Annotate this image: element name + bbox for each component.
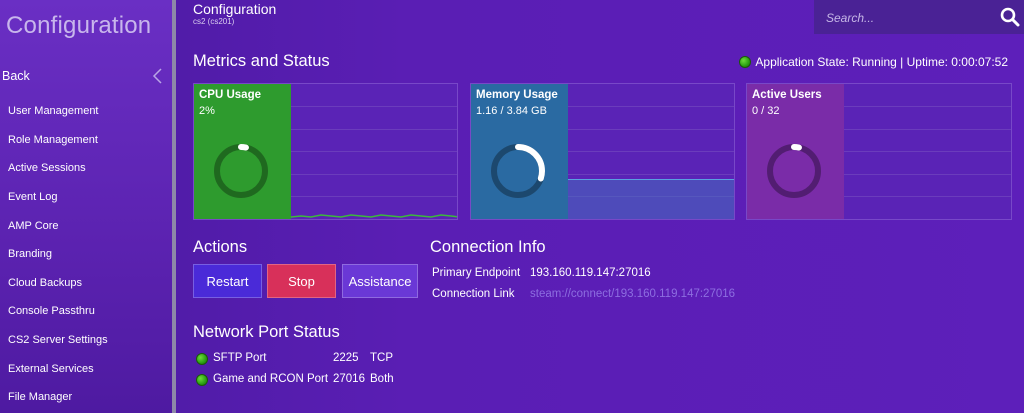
cpu-usage-graph	[291, 84, 457, 219]
active-users-card: Active Users 0 / 32	[746, 83, 1012, 220]
search-icon[interactable]	[1000, 7, 1020, 27]
assistance-button[interactable]: Assistance	[342, 264, 418, 298]
sidebar-item-console-passthru[interactable]: Console Passthru	[0, 297, 172, 326]
sidebar-item-file-manager[interactable]: File Manager	[0, 383, 172, 412]
sidebar: Configuration Back User Management Role …	[0, 0, 172, 413]
search-box	[814, 0, 1024, 36]
port-row: Game and RCON Port 27016 Both	[196, 373, 416, 389]
active-users-value: 0 / 32	[752, 105, 780, 117]
page-title: Configuration	[193, 1, 277, 17]
sidebar-scrollbar[interactable]	[172, 0, 176, 413]
port-row: SFTP Port 2225 TCP	[196, 352, 416, 368]
sidebar-item-external-services[interactable]: External Services	[0, 354, 172, 383]
chevron-left-icon	[152, 68, 162, 84]
gauge-track	[767, 144, 821, 198]
primary-endpoint-label: Primary Endpoint	[432, 267, 521, 279]
cpu-usage-tile: CPU Usage 2%	[194, 84, 291, 219]
search-input[interactable]	[814, 0, 998, 36]
metrics-title: Metrics and Status	[193, 52, 330, 70]
network-port-status-title: Network Port Status	[193, 323, 340, 341]
memory-gauge	[491, 144, 545, 198]
sidebar-item-cloud-backups[interactable]: Cloud Backups	[0, 269, 172, 298]
users-gauge	[767, 144, 821, 198]
memory-usage-card: Memory Usage 1.16 / 3.84 GB	[470, 83, 735, 220]
port-protocol: Both	[370, 373, 394, 385]
back-label: Back	[2, 69, 30, 83]
active-users-graph	[844, 84, 1011, 219]
active-users-tile: Active Users 0 / 32	[747, 84, 844, 219]
memory-usage-area	[568, 179, 734, 219]
sidebar-item-role-management[interactable]: Role Management	[0, 126, 172, 155]
app-state: Application State: Running | Uptime: 0:0…	[739, 55, 1008, 69]
sidebar-item-cs2-server-settings[interactable]: CS2 Server Settings	[0, 326, 172, 355]
page-subtitle: cs2 (cs201)	[193, 17, 235, 26]
app-state-text: Application State: Running | Uptime: 0:0…	[755, 55, 1008, 69]
memory-usage-label: Memory Usage	[476, 89, 558, 101]
port-name: SFTP Port	[213, 352, 267, 364]
status-dot-icon	[196, 353, 208, 365]
sidebar-item-branding[interactable]: Branding	[0, 240, 172, 269]
status-dot-icon	[739, 56, 752, 68]
actions-title: Actions	[193, 238, 248, 256]
port-name: Game and RCON Port	[213, 373, 329, 385]
stop-button[interactable]: Stop	[267, 264, 336, 298]
port-protocol: TCP	[370, 352, 393, 364]
app-title: Configuration	[6, 12, 152, 39]
cpu-usage-value: 2%	[199, 105, 215, 117]
memory-usage-graph	[568, 84, 734, 219]
cpu-usage-label: CPU Usage	[199, 89, 261, 101]
status-dot-icon	[196, 374, 208, 386]
port-number: 2225	[333, 352, 359, 364]
restart-button[interactable]: Restart	[193, 264, 262, 298]
back-button[interactable]: Back	[0, 62, 172, 90]
memory-usage-tile: Memory Usage 1.16 / 3.84 GB	[471, 84, 568, 219]
cpu-usage-card: CPU Usage 2%	[193, 83, 458, 220]
nav-list: User Management Role Management Active S…	[0, 97, 172, 412]
connection-link-label: Connection Link	[432, 288, 515, 300]
memory-usage-value: 1.16 / 3.84 GB	[476, 105, 547, 117]
connection-link[interactable]: steam://connect/193.160.119.147:27016	[530, 288, 735, 300]
sidebar-item-event-log[interactable]: Event Log	[0, 183, 172, 212]
cpu-gauge	[214, 144, 268, 198]
active-users-label: Active Users	[752, 89, 822, 101]
connection-info-title: Connection Info	[430, 238, 546, 256]
sidebar-item-active-sessions[interactable]: Active Sessions	[0, 154, 172, 183]
sidebar-item-amp-core[interactable]: AMP Core	[0, 211, 172, 240]
primary-endpoint-value: 193.160.119.147:27016	[530, 267, 651, 279]
port-number: 27016	[333, 373, 365, 385]
cpu-usage-sparkline	[291, 214, 457, 218]
gauge-track	[214, 144, 268, 198]
sidebar-item-user-management[interactable]: User Management	[0, 97, 172, 126]
